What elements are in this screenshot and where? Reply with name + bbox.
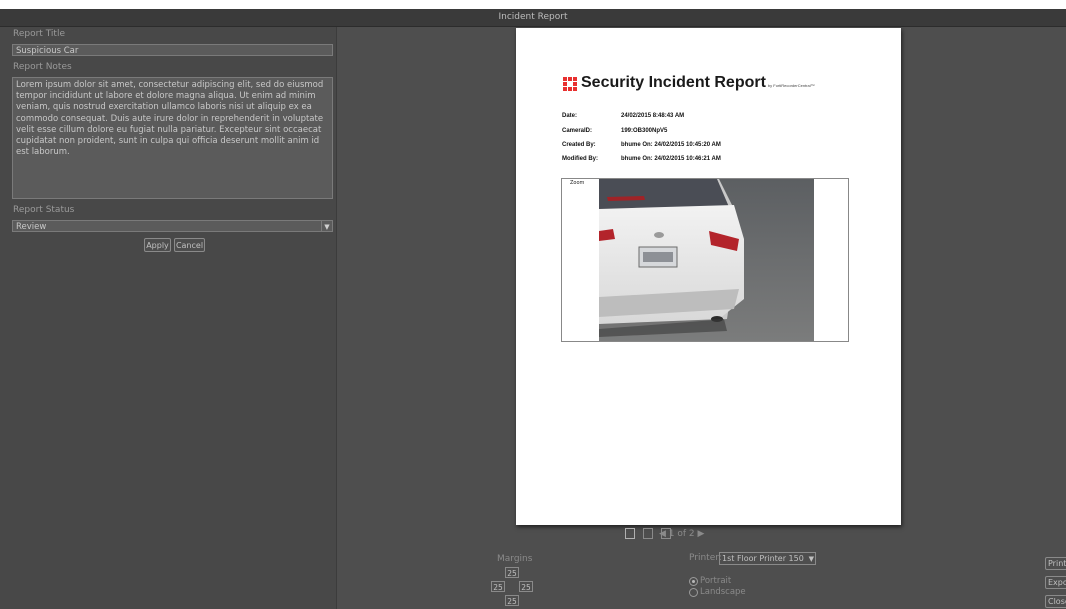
report-notes-label: Report Notes: [13, 62, 72, 72]
meta-modified-value: bhume On: 24/02/2015 10:46:21 AM: [621, 156, 721, 162]
meta-camera-key: CameraID:: [562, 128, 593, 134]
document-title-text: Security Incident Report: [581, 74, 766, 91]
close-button[interactable]: Close: [1045, 595, 1066, 608]
printer-value: 1st Floor Printer 150: [722, 554, 804, 563]
report-page-preview: Security Incident Report by FortiRecorder…: [516, 28, 901, 525]
margin-right-input[interactable]: 25: [519, 581, 533, 592]
meta-date-key: Date:: [562, 113, 578, 119]
snapshot-frame: Zoom: [561, 178, 849, 342]
cancel-button[interactable]: Cancel: [174, 238, 205, 252]
portrait-radio[interactable]: [689, 577, 698, 586]
window-title: Incident Report: [498, 12, 568, 22]
margins-label: Margins: [497, 554, 533, 564]
two-page-view-icon[interactable]: [643, 528, 653, 539]
report-notes-textarea[interactable]: Lorem ipsum dolor sit amet, consectetur …: [12, 77, 333, 199]
report-status-select[interactable]: Review ▼: [12, 220, 333, 232]
next-page-icon[interactable]: ▶: [698, 529, 705, 539]
prev-page-icon[interactable]: ◀: [659, 529, 666, 539]
portrait-label: Portrait: [700, 576, 732, 586]
top-strip: [0, 0, 1066, 9]
meta-modified-key: Modified By:: [562, 156, 598, 162]
report-title-input[interactable]: Suspicious Car: [12, 44, 333, 56]
apply-button[interactable]: Apply: [144, 238, 171, 252]
zoom-label: Zoom: [570, 180, 585, 186]
meta-camera-value: 199:OB300NpV5: [621, 128, 668, 134]
landscape-label: Landscape: [700, 587, 746, 597]
printer-select[interactable]: 1st Floor Printer 150 ▼: [719, 552, 816, 565]
dropdown-arrow-icon[interactable]: ▼: [321, 221, 332, 231]
camera-snapshot-image: [599, 179, 814, 341]
report-title-label: Report Title: [13, 29, 65, 39]
printer-label: Printer:: [689, 553, 722, 563]
report-status-value: Review: [16, 222, 47, 232]
meta-created-value: bhume On: 24/02/2015 10:45:20 AM: [621, 142, 721, 148]
landscape-radio[interactable]: [689, 588, 698, 597]
single-page-view-icon[interactable]: [625, 528, 635, 539]
window-titlebar: Incident Report: [0, 9, 1066, 27]
meta-date-value: 24/02/2015 8:48:43 AM: [621, 113, 685, 119]
document-byline: by FortiRecorderCentral™: [767, 83, 815, 88]
export-button[interactable]: Export: [1045, 576, 1066, 589]
page-navigator: ◀ 1 of 2 ▶: [659, 529, 704, 539]
page-indicator: 1 of 2: [668, 529, 695, 539]
meta-created-key: Created By:: [562, 142, 596, 148]
margin-bottom-input[interactable]: 25: [505, 595, 519, 606]
margin-top-input[interactable]: 25: [505, 567, 519, 578]
margin-left-input[interactable]: 25: [491, 581, 505, 592]
document-title: Security Incident Report by FortiRecorder…: [581, 74, 815, 92]
printer-dropdown-icon: ▼: [808, 555, 814, 563]
fortinet-logo-icon: [563, 77, 577, 91]
print-button[interactable]: Print: [1045, 557, 1066, 570]
report-status-label: Report Status: [13, 205, 75, 215]
